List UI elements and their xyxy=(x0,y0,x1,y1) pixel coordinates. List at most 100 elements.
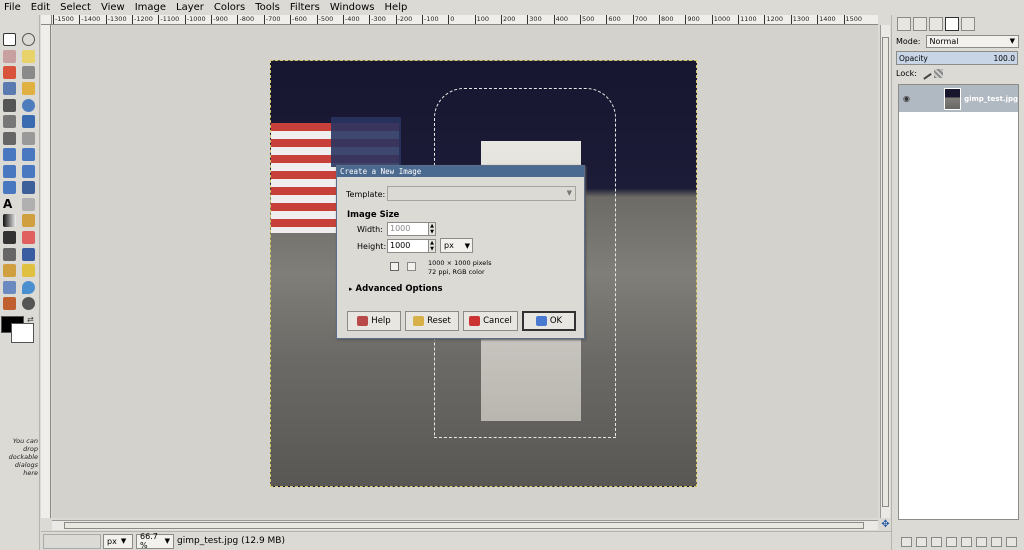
ruler-label: 200 xyxy=(500,15,516,24)
smudge-tool-icon[interactable] xyxy=(22,281,35,294)
landscape-orientation-icon[interactable] xyxy=(407,262,416,271)
navigate-icon[interactable]: ✥ xyxy=(880,519,891,530)
anchor-layer-icon[interactable] xyxy=(976,537,987,547)
swap-colors-icon[interactable]: ⇄ xyxy=(27,315,34,324)
menu-filters[interactable]: Filters xyxy=(290,2,320,13)
move-tool-icon[interactable] xyxy=(22,115,35,128)
background-color-swatch[interactable] xyxy=(11,323,34,343)
paintbrush-tool-icon[interactable] xyxy=(3,231,16,244)
rotate-tool-icon[interactable] xyxy=(3,148,16,161)
rect-select-tool-icon[interactable] xyxy=(3,33,16,46)
raise-layer-icon[interactable] xyxy=(931,537,942,547)
align-tool-icon[interactable] xyxy=(3,132,16,145)
layers-tab-icon[interactable] xyxy=(945,17,959,31)
layer-mask-icon[interactable] xyxy=(991,537,1002,547)
undo-history-tab-icon[interactable] xyxy=(929,17,943,31)
menu-layer[interactable]: Layer xyxy=(176,2,204,13)
cancel-button[interactable]: Cancel xyxy=(463,311,518,331)
channels-tab-icon[interactable] xyxy=(961,17,975,31)
gradient-tool-icon[interactable] xyxy=(3,214,16,227)
dodge-burn-tool-icon[interactable] xyxy=(3,297,16,310)
ruler-corner[interactable] xyxy=(41,15,52,25)
width-stepper-icon[interactable]: ▲ ▼ xyxy=(428,222,436,236)
menu-tools[interactable]: Tools xyxy=(255,2,280,13)
bucket-fill-tool-icon[interactable] xyxy=(22,297,35,310)
height-stepper-icon[interactable]: ▲ ▼ xyxy=(428,239,436,253)
menu-image[interactable]: Image xyxy=(135,2,166,13)
vertical-ruler[interactable] xyxy=(41,25,51,518)
menu-colors[interactable]: Colors xyxy=(214,2,245,13)
pencil-tool-icon[interactable] xyxy=(22,214,35,227)
horizontal-ruler[interactable]: -1500 -1400 -1300 -1200 -1100 -1000 -900 -800 -7… xyxy=(52,15,878,25)
ruler-label: 900 xyxy=(685,15,700,24)
chevron-down-icon: ▼ xyxy=(566,189,572,197)
clone-tool-icon[interactable] xyxy=(3,264,16,277)
ellipse-select-tool-icon[interactable] xyxy=(22,33,35,46)
ok-button[interactable]: OK xyxy=(522,311,576,331)
horizontal-scroll-thumb[interactable] xyxy=(64,522,864,529)
foreground-select-tool-icon[interactable] xyxy=(3,82,16,95)
scissors-tool-icon[interactable] xyxy=(22,66,35,79)
flip-tool-icon[interactable] xyxy=(3,181,16,194)
zoom-selector[interactable]: 66.7 % ▼ xyxy=(136,532,174,550)
menu-select[interactable]: Select xyxy=(60,2,91,13)
device-status-tab-icon[interactable] xyxy=(913,17,927,31)
text-tool-icon[interactable]: A xyxy=(3,198,16,211)
menu-help[interactable]: Help xyxy=(385,2,408,13)
eraser-tool-icon[interactable] xyxy=(22,231,35,244)
mode-selector[interactable]: Normal ▼ xyxy=(925,34,1019,48)
tool-options-tab-icon[interactable] xyxy=(897,17,911,31)
lower-layer-icon[interactable] xyxy=(946,537,957,547)
paths-tool-icon[interactable] xyxy=(22,82,35,95)
ink-tool-icon[interactable] xyxy=(22,248,35,261)
size-unit-selector[interactable]: px ▼ xyxy=(440,238,473,253)
ruler-label: -1500 xyxy=(53,15,74,24)
ruler-label: -1200 xyxy=(132,15,153,24)
fuzzy-select-tool-icon[interactable] xyxy=(22,50,35,63)
crop-tool-icon[interactable] xyxy=(22,132,35,145)
select-by-color-tool-icon[interactable] xyxy=(3,66,16,79)
opacity-slider[interactable]: Opacity 100.0 xyxy=(896,51,1018,65)
help-button[interactable]: Help xyxy=(347,311,401,331)
measure-tool-icon[interactable] xyxy=(3,115,16,128)
new-image-dialog: Create a New Image Template: ▼ Image Siz… xyxy=(336,165,585,339)
dialog-title[interactable]: Create a New Image xyxy=(337,166,584,177)
menu-file[interactable]: File xyxy=(4,2,21,13)
menubar: File Edit Select View Image Layer Colors… xyxy=(0,0,1024,15)
perspective-tool-icon[interactable] xyxy=(22,165,35,178)
vertical-scrollbar[interactable] xyxy=(880,25,890,518)
scale-tool-icon[interactable] xyxy=(22,148,35,161)
menu-view[interactable]: View xyxy=(101,2,125,13)
template-selector[interactable]: ▼ xyxy=(387,186,576,201)
heal-tool-icon[interactable] xyxy=(22,198,35,211)
duplicate-layer-icon[interactable] xyxy=(961,537,972,547)
layer-list[interactable]: ◉ gimp_test.jpg xyxy=(898,84,1019,520)
eye-icon[interactable]: ◉ xyxy=(903,94,911,103)
lock-alpha-icon[interactable] xyxy=(933,69,943,78)
reset-button[interactable]: Reset xyxy=(405,311,459,331)
lock-pixels-icon[interactable] xyxy=(919,67,932,80)
color-picker-tool-icon[interactable] xyxy=(3,99,16,112)
vertical-scroll-thumb[interactable] xyxy=(882,37,889,507)
free-select-tool-icon[interactable] xyxy=(3,50,16,63)
chain-link-icon[interactable] xyxy=(390,262,399,271)
layer-row[interactable]: ◉ gimp_test.jpg xyxy=(899,85,1018,112)
menu-edit[interactable]: Edit xyxy=(31,2,50,13)
height-input[interactable]: 1000 xyxy=(387,239,429,253)
advanced-options-expander[interactable]: ▸ Advanced Options xyxy=(349,284,443,294)
image-size-heading: Image Size xyxy=(347,210,400,220)
perspective-clone-tool-icon[interactable] xyxy=(22,264,35,277)
opacity-value: 100.0 xyxy=(993,53,1015,63)
menu-windows[interactable]: Windows xyxy=(330,2,375,13)
zoom-tool-icon[interactable] xyxy=(22,99,35,112)
new-layer-group-icon[interactable] xyxy=(916,537,927,547)
unit-selector[interactable]: px ▼ xyxy=(103,533,133,549)
width-input[interactable]: 1000 xyxy=(387,222,429,236)
delete-layer-icon[interactable] xyxy=(1006,537,1017,547)
new-layer-icon[interactable] xyxy=(901,537,912,547)
shear-tool-icon[interactable] xyxy=(3,165,16,178)
airbrush-tool-icon[interactable] xyxy=(3,248,16,261)
cage-tool-icon[interactable] xyxy=(22,181,35,194)
horizontal-scrollbar[interactable] xyxy=(52,520,878,530)
blur-tool-icon[interactable] xyxy=(3,281,16,294)
